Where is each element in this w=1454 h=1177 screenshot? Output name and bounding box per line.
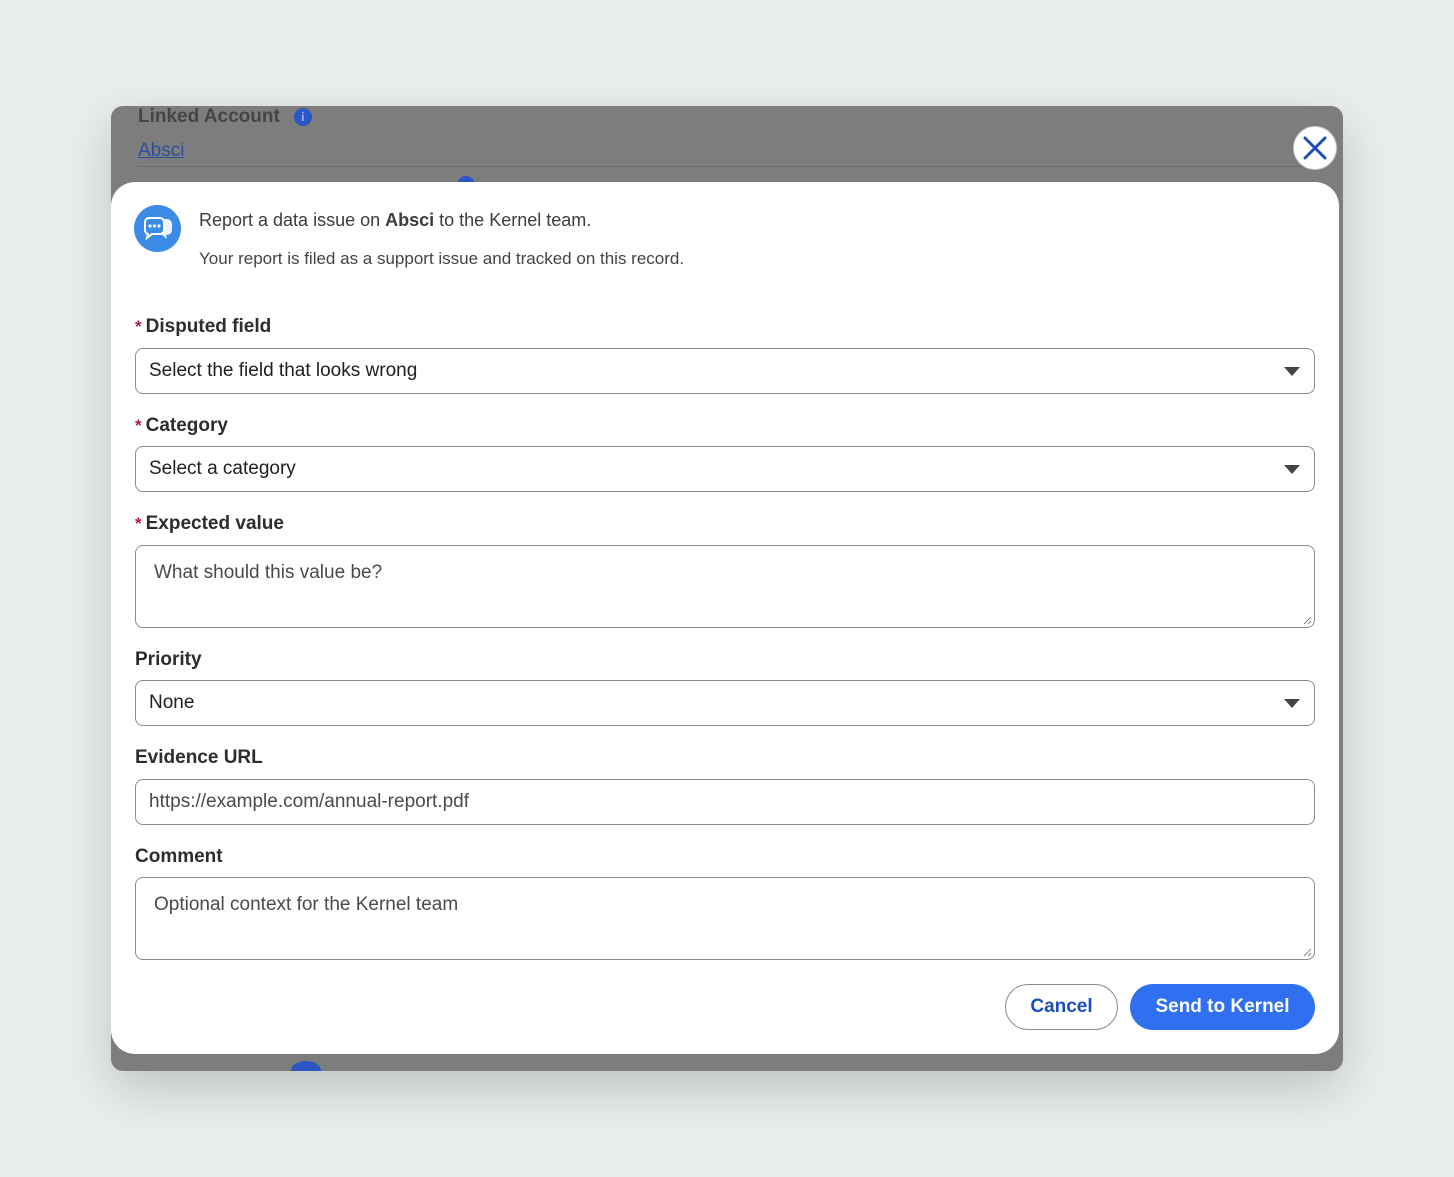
resize-handle-icon[interactable]	[1302, 615, 1312, 625]
linked-account-field: Linked Account i Absci	[138, 106, 1318, 162]
evidence-url-label: Evidence URL	[135, 747, 263, 768]
required-marker: *	[135, 416, 142, 435]
info-icon	[291, 1061, 321, 1071]
chevron-down-icon	[1284, 465, 1300, 474]
category-select[interactable]: Select a category	[135, 446, 1315, 492]
dialog-title: Report a data issue on Absci to the Kern…	[199, 210, 592, 230]
comment-textarea[interactable]: Optional context for the Kernel team	[135, 877, 1315, 960]
required-marker: *	[135, 514, 142, 533]
chat-bubbles-icon	[134, 205, 181, 252]
required-marker: *	[135, 317, 142, 336]
linked-account-label: Linked Account i	[138, 106, 1318, 128]
cancel-button[interactable]: Cancel	[1005, 984, 1118, 1030]
priority-select[interactable]: None	[135, 680, 1315, 726]
priority-label: Priority	[135, 649, 202, 670]
close-button[interactable]	[1293, 126, 1337, 170]
dialog-header: Report a data issue on Absci to the Kern…	[134, 205, 684, 269]
expected-value-label: * Expected value	[135, 513, 284, 534]
chevron-down-icon	[1284, 367, 1300, 376]
record-name: Absci	[385, 210, 435, 230]
expected-value-textarea[interactable]: What should this value be?	[135, 545, 1315, 628]
evidence-url-input[interactable]: https://example.com/annual-report.pdf	[135, 779, 1315, 825]
category-label: * Category	[135, 415, 228, 436]
divider	[138, 166, 1318, 167]
comment-label: Comment	[135, 846, 223, 867]
resize-handle-icon[interactable]	[1302, 947, 1312, 957]
info-icon: i	[293, 108, 312, 126]
close-icon	[1303, 136, 1327, 160]
report-issue-dialog: Report a data issue on Absci to the Kern…	[111, 182, 1339, 1054]
send-to-kernel-button[interactable]: Send to Kernel	[1130, 984, 1315, 1030]
chevron-down-icon	[1284, 699, 1300, 708]
disputed-field-select[interactable]: Select the field that looks wrong	[135, 348, 1315, 394]
dialog-subtitle: Your report is filed as a support issue …	[199, 249, 685, 268]
disputed-field-label: * Disputed field	[135, 316, 272, 337]
linked-account-link: Absci	[138, 140, 185, 161]
